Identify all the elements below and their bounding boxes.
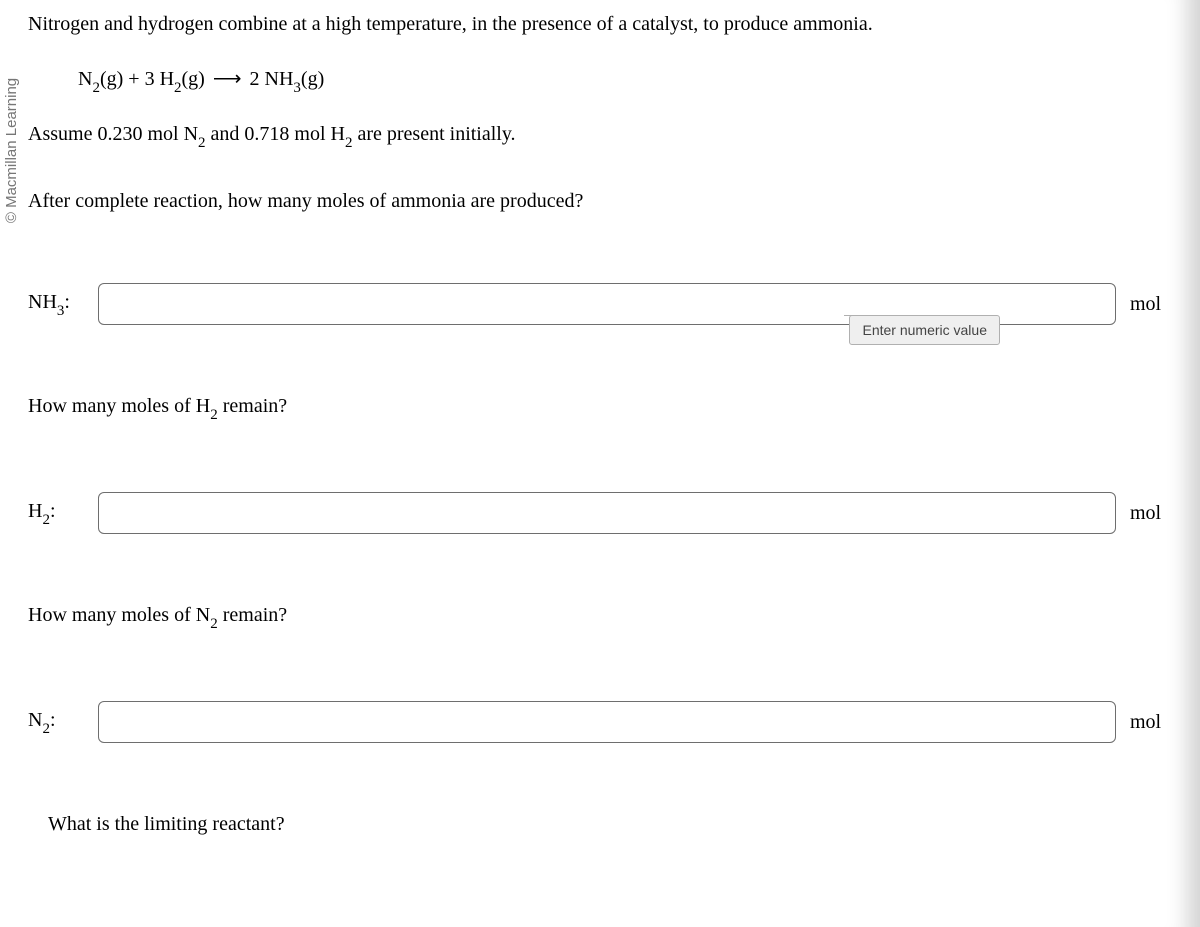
q3-post: remain? [218, 604, 287, 626]
label-n2-sub: 2 [42, 721, 50, 737]
q2-sub: 2 [210, 407, 218, 423]
question-1: After complete reaction, how many moles … [28, 190, 1180, 213]
q2-pre: How many moles of [28, 395, 196, 417]
unit-h2: mol [1130, 502, 1180, 525]
unit-n2: mol [1130, 711, 1180, 734]
intro-text: Nitrogen and hydrogen combine at a high … [28, 10, 1180, 38]
answer-row-n2: N2: mol [28, 701, 1180, 743]
q3-pre: How many moles of [28, 604, 196, 626]
copyright-bar: © Macmillan Learning [0, 0, 24, 300]
label-n2-species: N [28, 709, 42, 731]
answer-label-nh3: NH3: [28, 291, 84, 318]
assume-h-species: H [331, 123, 345, 145]
reaction-equation: N2(g) + 3 H2(g)⟶2 NH3(g) [78, 66, 1180, 95]
label-nh3-sub: 3 [57, 303, 65, 319]
q2-post: remain? [218, 395, 287, 417]
content-area: Nitrogen and hydrogen combine at a high … [28, 0, 1200, 836]
eq-plus: + [123, 68, 144, 90]
label-h2-sub: 2 [42, 512, 50, 528]
page-container: © Macmillan Learning Nitrogen and hydrog… [0, 0, 1200, 927]
input-n2[interactable] [98, 701, 1116, 743]
eq-lhs2-species: H [160, 68, 174, 90]
label-h2-colon: : [50, 500, 56, 522]
q2-species: H [196, 395, 210, 417]
copyright-text: © Macmillan Learning [4, 77, 21, 222]
assume-n-species: N [184, 123, 198, 145]
question-2: How many moles of H2 remain? [28, 395, 1180, 422]
assume-post: are present initially. [352, 123, 515, 145]
eq-lhs2-sub: 2 [174, 80, 182, 96]
answer-row-h2: H2: mol [28, 492, 1180, 534]
assume-mid: and 0.718 mol [206, 123, 331, 145]
label-n2-colon: : [50, 709, 56, 731]
unit-nh3: mol [1130, 293, 1180, 316]
label-h2-species: H [28, 500, 42, 522]
assume-h-sub: 2 [345, 135, 353, 151]
label-nh3-species: NH [28, 291, 57, 313]
eq-rhs-coef: 2 [250, 68, 265, 90]
eq-lhs2-phase: (g) [182, 68, 205, 90]
answer-label-n2: N2: [28, 709, 84, 736]
question-4: What is the limiting reactant? [48, 813, 1180, 836]
input-h2[interactable] [98, 492, 1116, 534]
assume-pre: Assume 0.230 mol [28, 123, 184, 145]
answer-row-nh3: NH3: mol Enter numeric value [28, 283, 1180, 325]
eq-lhs2-coef: 3 [145, 68, 160, 90]
q3-species: N [196, 604, 210, 626]
eq-lhs1-phase: (g) [100, 68, 123, 90]
eq-rhs-phase: (g) [301, 68, 324, 90]
eq-arrow: ⟶ [213, 68, 242, 90]
question-3: How many moles of N2 remain? [28, 604, 1180, 631]
tooltip-enter-numeric: Enter numeric value [849, 315, 1000, 345]
assume-text: Assume 0.230 mol N2 and 0.718 mol H2 are… [28, 123, 1180, 150]
eq-lhs1-sub: 2 [92, 80, 100, 96]
eq-rhs-sub: 3 [293, 80, 301, 96]
assume-n-sub: 2 [198, 135, 206, 151]
label-nh3-colon: : [64, 291, 70, 313]
answer-label-h2: H2: [28, 500, 84, 527]
eq-rhs-species: NH [265, 68, 294, 90]
q3-sub: 2 [210, 616, 218, 632]
eq-lhs1-species: N [78, 68, 92, 90]
